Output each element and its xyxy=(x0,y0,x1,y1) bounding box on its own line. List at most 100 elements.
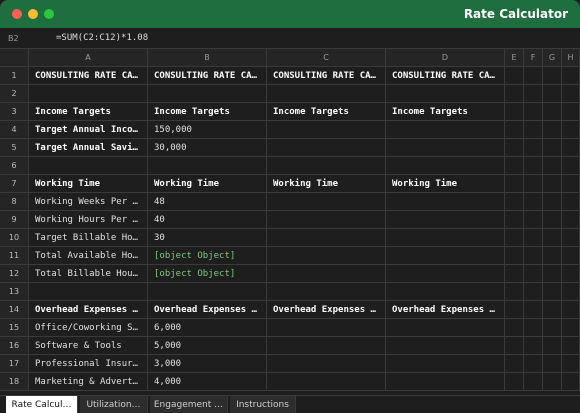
cell-b8[interactable]: 48 xyxy=(148,193,267,211)
column-header-b[interactable]: B xyxy=(148,49,267,67)
cell-f3[interactable] xyxy=(524,103,543,121)
cell-e2[interactable] xyxy=(505,85,524,103)
cell-e3[interactable] xyxy=(505,103,524,121)
cell-d12[interactable] xyxy=(386,265,505,283)
cell-b17[interactable]: 3,000 xyxy=(148,355,267,373)
row-header[interactable]: 17 xyxy=(0,355,29,373)
column-header-h[interactable]: H xyxy=(562,49,580,67)
cell-h12[interactable] xyxy=(562,265,580,283)
cell-g13[interactable] xyxy=(543,283,562,301)
cell-d5[interactable] xyxy=(386,139,505,157)
cell-b14[interactable]: Overhead Expenses … xyxy=(148,301,267,319)
cell-h15[interactable] xyxy=(562,319,580,337)
sheet-tab[interactable]: Utilization… xyxy=(80,396,148,413)
cell-e7[interactable] xyxy=(505,175,524,193)
cell-f4[interactable] xyxy=(524,121,543,139)
row-header[interactable]: 10 xyxy=(0,229,29,247)
cell-a2[interactable] xyxy=(29,85,148,103)
cell-b2[interactable] xyxy=(148,85,267,103)
cell-a8[interactable]: Working Weeks Per … xyxy=(29,193,148,211)
cell-e15[interactable] xyxy=(505,319,524,337)
cell-g2[interactable] xyxy=(543,85,562,103)
cell-e9[interactable] xyxy=(505,211,524,229)
cell-e17[interactable] xyxy=(505,355,524,373)
cell-e18[interactable] xyxy=(505,373,524,391)
cell-e14[interactable] xyxy=(505,301,524,319)
cell-c13[interactable] xyxy=(267,283,386,301)
row-header[interactable]: 4 xyxy=(0,121,29,139)
cell-g7[interactable] xyxy=(543,175,562,193)
cell-h2[interactable] xyxy=(562,85,580,103)
cell-d10[interactable] xyxy=(386,229,505,247)
cell-c10[interactable] xyxy=(267,229,386,247)
cell-f14[interactable] xyxy=(524,301,543,319)
cell-a1[interactable]: CONSULTING RATE CA… xyxy=(29,67,148,85)
cell-e10[interactable] xyxy=(505,229,524,247)
cell-g3[interactable] xyxy=(543,103,562,121)
cell-b7[interactable]: Working Time xyxy=(148,175,267,193)
minimize-window-button[interactable] xyxy=(28,9,38,19)
cell-e13[interactable] xyxy=(505,283,524,301)
cell-d9[interactable] xyxy=(386,211,505,229)
zoom-window-button[interactable] xyxy=(44,9,54,19)
row-header[interactable]: 8 xyxy=(0,193,29,211)
cell-d6[interactable] xyxy=(386,157,505,175)
cell-d1[interactable]: CONSULTING RATE CA… xyxy=(386,67,505,85)
cell-h6[interactable] xyxy=(562,157,580,175)
cell-g18[interactable] xyxy=(543,373,562,391)
cell-c8[interactable] xyxy=(267,193,386,211)
cell-a4[interactable]: Target Annual Inco… xyxy=(29,121,148,139)
cell-h13[interactable] xyxy=(562,283,580,301)
cell-f6[interactable] xyxy=(524,157,543,175)
select-all-corner[interactable] xyxy=(0,49,29,67)
cell-f8[interactable] xyxy=(524,193,543,211)
cell-g5[interactable] xyxy=(543,139,562,157)
cell-a16[interactable]: Software & Tools xyxy=(29,337,148,355)
cell-c6[interactable] xyxy=(267,157,386,175)
row-header[interactable]: 3 xyxy=(0,103,29,121)
cell-d18[interactable] xyxy=(386,373,505,391)
cell-g9[interactable] xyxy=(543,211,562,229)
row-header[interactable]: 5 xyxy=(0,139,29,157)
cell-d7[interactable]: Working Time xyxy=(386,175,505,193)
cell-a18[interactable]: Marketing & Advert… xyxy=(29,373,148,391)
cell-b6[interactable] xyxy=(148,157,267,175)
cell-c3[interactable]: Income Targets xyxy=(267,103,386,121)
cell-c2[interactable] xyxy=(267,85,386,103)
cell-f5[interactable] xyxy=(524,139,543,157)
cell-c1[interactable]: CONSULTING RATE CA… xyxy=(267,67,386,85)
cell-a15[interactable]: Office/Coworking S… xyxy=(29,319,148,337)
cell-f7[interactable] xyxy=(524,175,543,193)
cell-b13[interactable] xyxy=(148,283,267,301)
cell-d13[interactable] xyxy=(386,283,505,301)
cell-b10[interactable]: 30 xyxy=(148,229,267,247)
cell-d8[interactable] xyxy=(386,193,505,211)
cell-c9[interactable] xyxy=(267,211,386,229)
cell-b12[interactable]: [object Object] xyxy=(148,265,267,283)
cell-g8[interactable] xyxy=(543,193,562,211)
cell-g15[interactable] xyxy=(543,319,562,337)
cell-c15[interactable] xyxy=(267,319,386,337)
cell-f12[interactable] xyxy=(524,265,543,283)
cell-f9[interactable] xyxy=(524,211,543,229)
cell-f17[interactable] xyxy=(524,355,543,373)
cell-d3[interactable]: Income Targets xyxy=(386,103,505,121)
cell-g16[interactable] xyxy=(543,337,562,355)
row-header[interactable]: 11 xyxy=(0,247,29,265)
cell-f16[interactable] xyxy=(524,337,543,355)
cell-h14[interactable] xyxy=(562,301,580,319)
cell-a9[interactable]: Working Hours Per … xyxy=(29,211,148,229)
cell-g11[interactable] xyxy=(543,247,562,265)
cell-e8[interactable] xyxy=(505,193,524,211)
cell-c7[interactable]: Working Time xyxy=(267,175,386,193)
cell-c11[interactable] xyxy=(267,247,386,265)
row-header[interactable]: 14 xyxy=(0,301,29,319)
cell-d14[interactable]: Overhead Expenses … xyxy=(386,301,505,319)
cell-e4[interactable] xyxy=(505,121,524,139)
row-header[interactable]: 2 xyxy=(0,85,29,103)
cell-b4[interactable]: 150,000 xyxy=(148,121,267,139)
row-header[interactable]: 18 xyxy=(0,373,29,391)
close-window-button[interactable] xyxy=(12,9,22,19)
cell-h18[interactable] xyxy=(562,373,580,391)
cell-h8[interactable] xyxy=(562,193,580,211)
